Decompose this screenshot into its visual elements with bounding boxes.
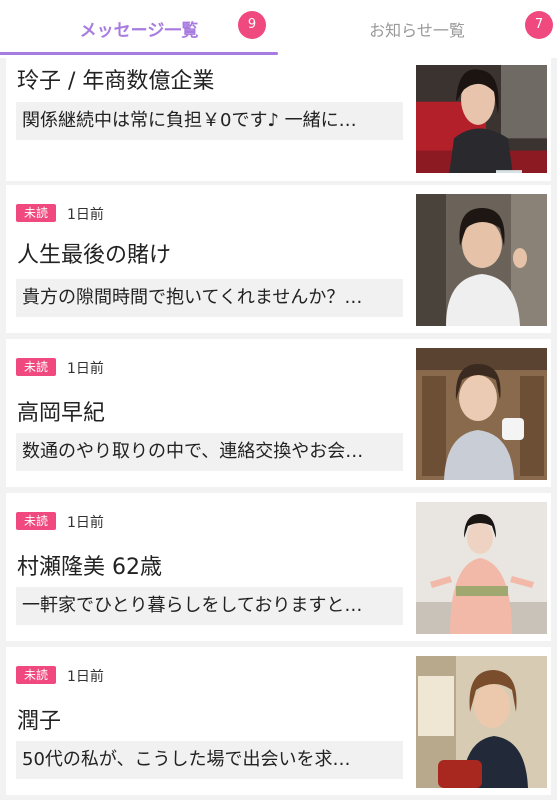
notices-count-badge: 7 [525,11,553,39]
sender-photo[interactable] [416,194,547,326]
message-time: 1日前 [67,669,104,685]
message-item[interactable]: 未読 1日前 人生最後の賭け 貴方の隙間時間で抱いてくれませんか？… [6,185,551,333]
message-time: 1日前 [67,361,104,377]
unread-badge: 未読 [16,204,56,222]
sender-name: 玲子 / 年商数億企業 [17,69,215,94]
active-tab-indicator [0,52,278,55]
message-preview: 50代の私が、こうした場で出会いを求… [16,741,403,779]
sender-photo[interactable] [416,656,547,788]
message-item[interactable]: 未読 1日前 高岡早紀 数通のやり取りの中で、連絡交換やお会… [6,339,551,487]
sender-name: 高岡早紀 [17,401,106,426]
sender-photo[interactable] [416,65,547,173]
message-preview: 一軒家でひとり暮らしをしておりますと… [16,587,403,625]
message-time: 1日前 [67,207,104,223]
message-item[interactable]: 未読 1日前 潤子 50代の私が、こうした場で出会いを求… [6,647,551,795]
sender-name: 潤子 [17,709,62,734]
unread-badge: 未読 [16,666,56,684]
sender-photo[interactable] [416,502,547,634]
message-time: 1日前 [67,515,104,531]
tab-notices[interactable]: お知らせ一覧 7 [278,0,556,58]
message-preview: 貴方の隙間時間で抱いてくれませんか？… [16,279,403,317]
tab-messages-label: メッセージ一覧 [79,21,199,41]
tab-messages[interactable]: メッセージ一覧 9 [0,0,278,58]
message-preview: 数通のやり取りの中で、連絡交換やお会… [16,433,403,471]
tab-bar: メッセージ一覧 9 お知らせ一覧 7 [0,0,557,58]
sender-name: 村瀬隆美 62歳 [17,555,162,580]
unread-badge: 未読 [16,512,56,530]
message-preview: 関係継続中は常に負担￥0です♪ 一緒に… [16,102,403,140]
message-item[interactable]: 未読 1日前 村瀬隆美 62歳 一軒家でひとり暮らしをしておりますと… [6,493,551,641]
messages-count-badge: 9 [238,11,266,39]
sender-photo[interactable] [416,348,547,480]
unread-badge: 未読 [16,358,56,376]
sender-name: 人生最後の賭け [17,243,172,268]
tab-notices-label: お知らせ一覧 [369,21,465,40]
